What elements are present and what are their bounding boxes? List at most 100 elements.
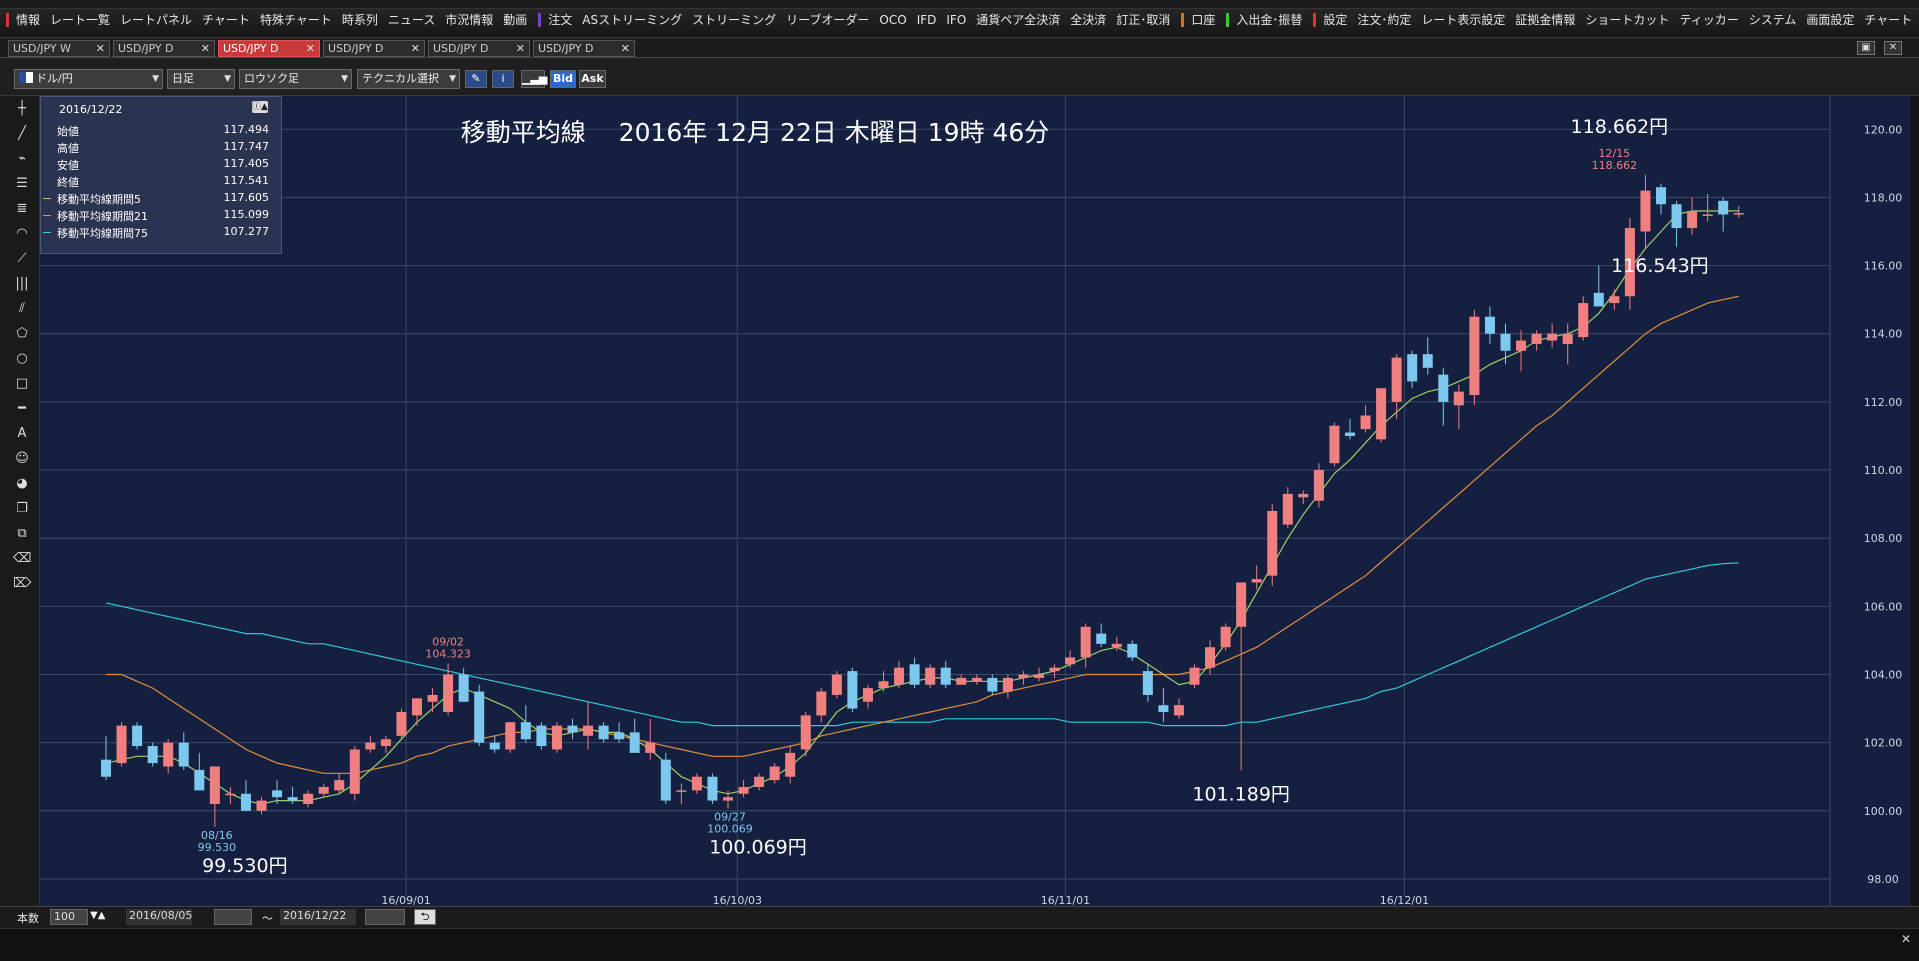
arc-icon[interactable]: ◠ (13, 225, 31, 243)
smiley-icon[interactable]: ☺ (13, 450, 31, 468)
menu-item[interactable]: IFD (912, 10, 942, 30)
histogram-icon[interactable]: ▁▃▅ (521, 70, 547, 88)
menu-item[interactable]: システム (1744, 10, 1802, 30)
eraser-all-icon[interactable]: ⌦ (13, 575, 31, 593)
menu-item[interactable]: ニュース (383, 10, 440, 30)
candle-body (1205, 647, 1216, 668)
ruler-icon[interactable]: ⌁ (13, 150, 31, 168)
menu-item[interactable]: 入出金･振替 (1231, 10, 1307, 30)
candle-body (194, 769, 205, 791)
palette-icon[interactable]: ◕ (13, 475, 31, 493)
pentagon-icon[interactable]: ⬠ (13, 325, 31, 343)
tab-close-icon[interactable]: ✕ (201, 41, 210, 56)
menu-item[interactable]: リーブオーダー (781, 10, 874, 30)
menu-item[interactable]: 証拠金情報 (1510, 10, 1580, 30)
menu-item[interactable]: レートパネル (115, 10, 197, 30)
menu-item[interactable]: 訂正･取消 (1111, 10, 1175, 30)
technical-select[interactable]: テクニカル選択 ▼ (357, 69, 460, 89)
text-icon[interactable]: A (13, 425, 31, 443)
tab-close-icon[interactable]: ✕ (96, 41, 105, 56)
menu-item[interactable]: 口座 (1186, 10, 1220, 30)
chart-tab[interactable]: USD/JPY D ✕ (323, 40, 425, 57)
main-menu-bar: 情報 レート一覧 レートパネル チャート 特殊チャート 時系列 ニュース 市況情報 動画 注文 AS… (0, 0, 1919, 38)
pen-icon[interactable]: ✎ (465, 70, 487, 88)
channel-icon[interactable]: ⫽ (13, 300, 31, 318)
menu-item[interactable]: 全決済 (1065, 10, 1111, 30)
line-icon[interactable]: ╱ (13, 125, 31, 143)
chart-tab[interactable]: USD/JPY D ✕ (113, 40, 215, 57)
tab-close-icon[interactable]: ✕ (621, 41, 630, 56)
menu-item[interactable]: 情報 (11, 10, 45, 30)
chart-tab[interactable]: USD/JPY D ✕ (533, 40, 635, 57)
tab-close-icon[interactable]: ✕ (411, 41, 420, 56)
info-toggle-icon[interactable]: ⓘ▲ (252, 101, 268, 113)
candle-body (272, 790, 283, 798)
chart-type-select[interactable]: ロウソク足 ▼ (239, 69, 352, 89)
menu-item[interactable]: 注文･約定 (1352, 10, 1416, 30)
maximize-icon[interactable]: ▣ (1857, 41, 1875, 55)
layers-icon[interactable]: ⧉ (13, 525, 31, 543)
menu-item[interactable]: チャート (1859, 10, 1917, 30)
rectangle-icon[interactable]: □ (13, 375, 31, 393)
candle-body (505, 722, 516, 750)
fibonacci-icon[interactable]: ≣ (13, 200, 31, 218)
menu-item[interactable]: ショートカット (1580, 10, 1674, 30)
legend-swatch (43, 232, 51, 233)
count-input[interactable]: 100 (50, 909, 88, 925)
status-close-icon[interactable]: ✕ (1901, 932, 1911, 946)
vertical-lines-icon[interactable]: ||| (13, 275, 31, 293)
menu-marker (1313, 13, 1317, 27)
info-row: 移動平均線期間21 115.099 (41, 207, 281, 224)
horizontal-lines-icon[interactable]: ☰ (13, 175, 31, 193)
info-label: 移動平均線期間5 (57, 193, 141, 206)
menu-item[interactable]: 画面設定 (1801, 10, 1859, 30)
tab-close-icon[interactable]: ✕ (306, 41, 315, 56)
eraser-icon[interactable]: ⌫ (13, 550, 31, 568)
menu-item[interactable]: 市況情報 (440, 10, 498, 30)
hline-icon[interactable]: ━ (13, 400, 31, 418)
currency-pair-select[interactable]: ドル/円 ▼ (14, 69, 163, 89)
menu-item[interactable]: 通貨ペア全決済 (971, 10, 1065, 30)
menu-item[interactable]: 動画 (498, 10, 532, 30)
menu-item[interactable]: レート一覧 (45, 10, 115, 30)
chart-tab[interactable]: USD/JPY D ✕ (428, 40, 530, 57)
from-time-field[interactable] (214, 909, 252, 925)
menu-marker (1226, 13, 1230, 27)
menu-item[interactable]: 特殊チャート (255, 10, 337, 30)
candle-body (1173, 705, 1184, 716)
to-date-field[interactable]: 2016/12/22 (280, 909, 356, 925)
menu-item[interactable]: OCO (874, 10, 911, 30)
count-stepper-icon[interactable]: ▼▲ (90, 910, 105, 921)
right-scrollbar[interactable] (1910, 96, 1919, 906)
menu-item[interactable]: チャート (197, 10, 255, 30)
menu-item[interactable]: 設定 (1318, 10, 1352, 30)
to-time-field[interactable] (365, 909, 405, 925)
menu-item[interactable]: 注文 (543, 10, 577, 30)
info-icon[interactable]: i (492, 70, 514, 88)
menu-item[interactable]: レート表示設定 (1416, 10, 1510, 30)
candle-body (489, 742, 500, 750)
menu-item[interactable]: 時系列 (337, 10, 383, 30)
chart-area[interactable]: 120.00 118.00 116.00 114.00 112.00 110.00 108.… (40, 96, 1910, 907)
bid-button[interactable]: Bid (550, 70, 576, 88)
from-date-field[interactable]: 2016/08/05 (126, 909, 192, 925)
menu-item[interactable]: ストリーミング (687, 10, 781, 30)
ask-button[interactable]: Ask (579, 70, 606, 88)
chart-tab[interactable]: USD/JPY W ✕ (8, 40, 110, 57)
reset-icon[interactable]: ⮌ (414, 909, 436, 925)
fan-icon[interactable]: ⟋ (13, 250, 31, 268)
copy-icon[interactable]: ❐ (13, 500, 31, 518)
chart-tab[interactable]: USD/JPY D ✕ (218, 40, 320, 57)
tab-close-icon[interactable]: ✕ (516, 41, 525, 56)
tab-label: USD/JPY D (538, 42, 594, 55)
menu-item[interactable]: ティッカー (1674, 10, 1743, 30)
crosshair-icon[interactable]: ┼ (13, 100, 31, 118)
menu-item[interactable]: ASストリーミング (577, 10, 687, 30)
candle-body (1376, 388, 1387, 440)
circle-icon[interactable]: ○ (13, 350, 31, 368)
info-label: 移動平均線期間75 (57, 227, 148, 240)
close-icon[interactable]: ✕ (1884, 41, 1902, 55)
candlestick-chart[interactable]: 120.00 118.00 116.00 114.00 112.00 110.00 108.… (40, 96, 1910, 907)
period-select[interactable]: 日足 ▼ (167, 69, 235, 89)
menu-item[interactable]: IFO (941, 10, 971, 30)
